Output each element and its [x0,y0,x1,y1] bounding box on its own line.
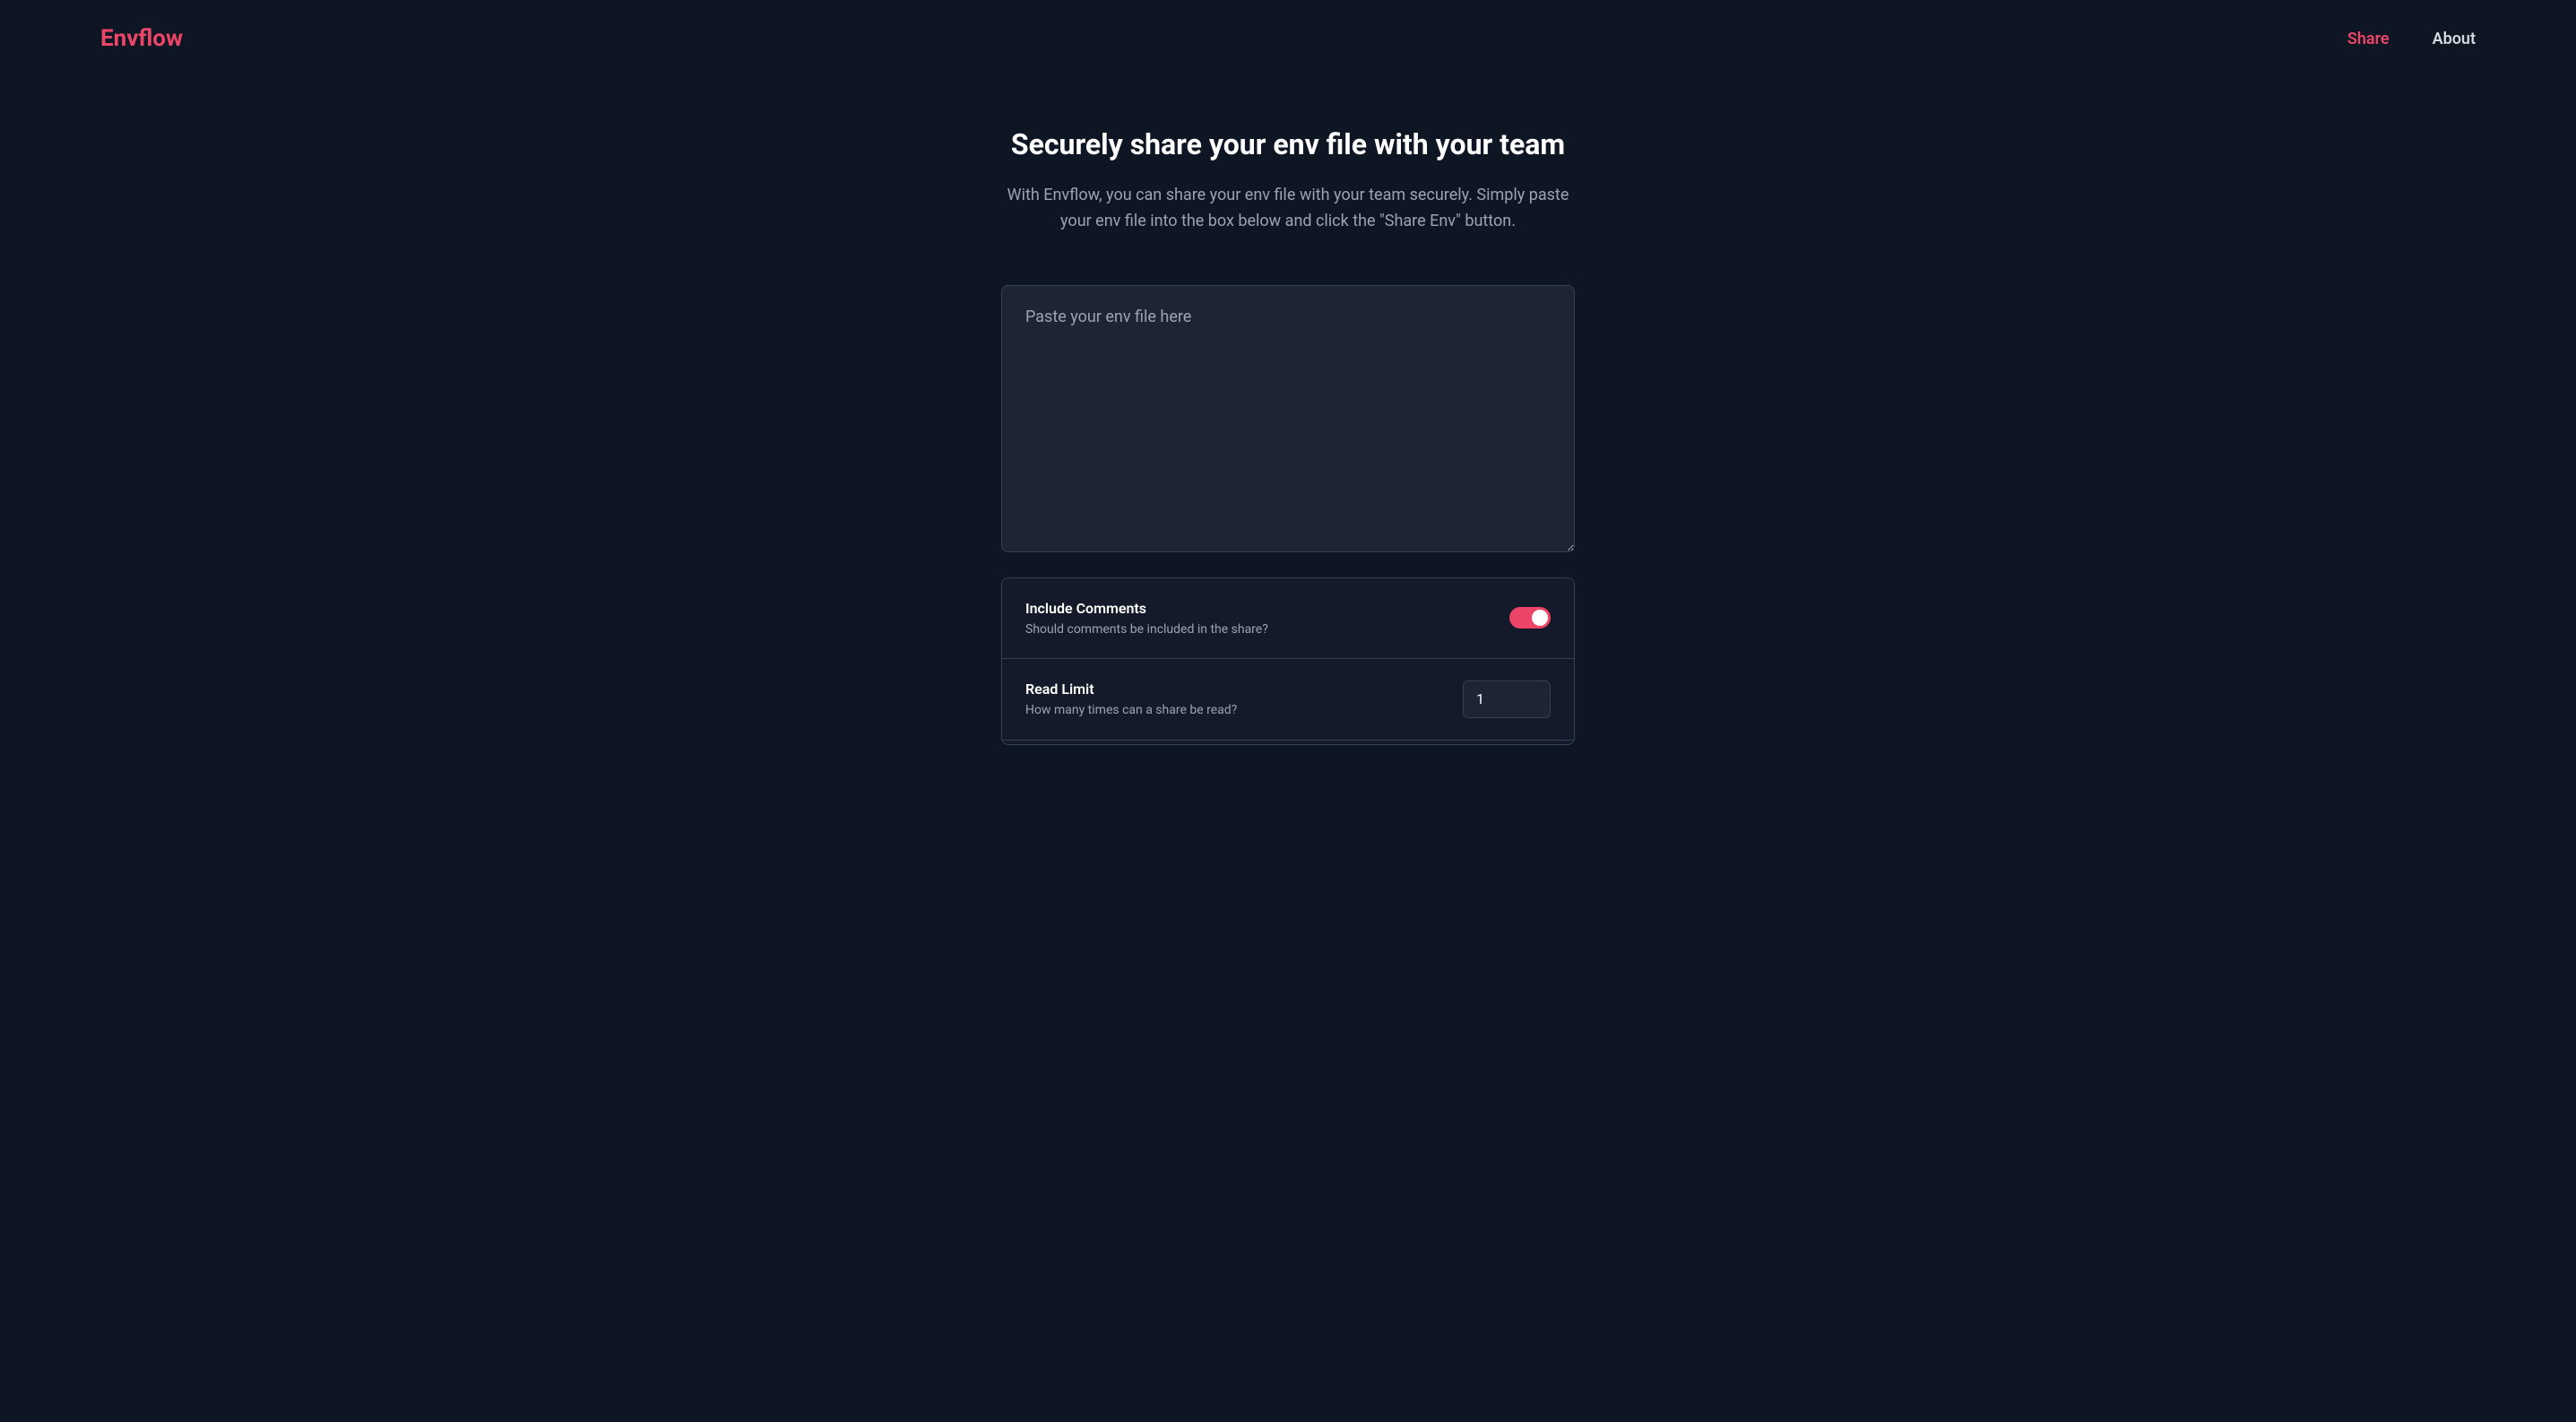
header: Envflow Share About [0,0,2576,77]
include-comments-description: Should comments be included in the share… [1025,622,1268,637]
option-read-limit: Read Limit How many times can a share be… [1002,659,1574,741]
include-comments-label: Include Comments [1025,600,1268,617]
nav-link-about[interactable]: About [2433,30,2476,48]
main-container: Securely share your env file with your t… [1001,77,1575,745]
page-title: Securely share your env file with your t… [1001,127,1575,161]
read-limit-label: Read Limit [1025,681,1237,698]
logo[interactable]: Envflow [100,25,183,52]
nav-link-share[interactable]: Share [2347,30,2390,48]
option-include-comments: Include Comments Should comments be incl… [1002,578,1574,659]
include-comments-toggle[interactable] [1509,607,1551,629]
option-text: Read Limit How many times can a share be… [1025,681,1237,717]
option-row-next [1002,741,1574,744]
toggle-thumb [1532,610,1548,626]
read-limit-description: How many times can a share be read? [1025,703,1237,717]
env-textarea[interactable] [1001,285,1575,552]
options-card: Include Comments Should comments be incl… [1001,577,1575,745]
option-text: Include Comments Should comments be incl… [1025,600,1268,637]
nav: Share About [2347,30,2476,48]
page-subtitle: With Envflow, you can share your env fil… [1001,183,1575,235]
read-limit-input[interactable] [1463,681,1551,718]
